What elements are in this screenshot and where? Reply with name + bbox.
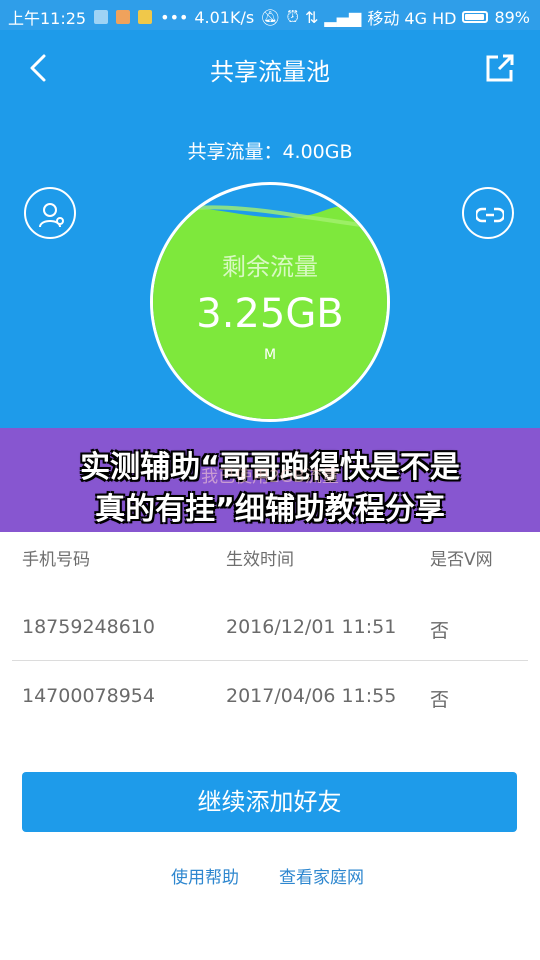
share-button[interactable] <box>480 48 520 88</box>
link-button[interactable] <box>462 187 514 239</box>
row-vnet: 否 <box>430 620 450 642</box>
more-notifications-icon: ••• <box>160 7 189 27</box>
row-phone: 14700078954 <box>22 685 155 707</box>
column-header-vnet: 是否V网 <box>430 550 493 570</box>
row-divider <box>12 660 528 661</box>
mute-icon: 🔕︎ <box>260 7 281 27</box>
row-phone: 18759248610 <box>22 616 155 638</box>
battery-percent: 89% <box>494 7 530 27</box>
status-time: 上午11:25 <box>8 9 87 28</box>
app-notification-icon <box>138 10 153 24</box>
net-speed: 4.01K/s <box>194 7 255 27</box>
app-notification-icon <box>116 10 131 24</box>
shared-traffic-total: 共享流量：4.00GB <box>187 141 353 163</box>
battery-icon <box>462 11 489 23</box>
usage-watermark: 我已使用2GB流量 <box>201 467 339 487</box>
link-icon <box>476 207 504 223</box>
column-header-time: 生效时间 <box>226 550 294 570</box>
help-link[interactable]: 使用帮助 <box>171 863 239 888</box>
row-time: 2017/04/06 11:55 <box>226 685 397 707</box>
page-title: 共享流量池 <box>210 58 330 86</box>
traffic-pool-header: 共享流量池 共享流量：4.00GB 剩余流量 3.25GB M <box>0 30 540 430</box>
remaining-value: 3.25GB <box>196 291 344 337</box>
row-time: 2016/12/01 11:51 <box>226 616 397 638</box>
share-icon <box>486 54 514 82</box>
row-vnet: 否 <box>430 689 450 711</box>
remaining-traffic-gauge: 剩余流量 3.25GB M <box>150 182 390 422</box>
data-icon: ⇅ <box>305 7 319 27</box>
user-settings-icon <box>39 203 64 228</box>
banner-line-2: 真的有挂”细辅助教程分享 <box>95 492 445 527</box>
remaining-label: 剩余流量 <box>222 253 318 281</box>
alarm-icon: ⏰︎ <box>286 7 299 26</box>
column-header-phone: 手机号码 <box>22 550 90 570</box>
signal-icon: ▂▄▆ <box>324 7 362 27</box>
family-net-link[interactable]: 查看家庭网 <box>279 863 364 888</box>
remaining-unit: M <box>263 347 277 363</box>
add-friend-button[interactable]: 继续添加好友 <box>22 772 517 832</box>
member-settings-button[interactable] <box>24 187 76 239</box>
app-notification-icon <box>94 10 109 24</box>
carrier-label: 移动 4G HD <box>367 9 457 28</box>
status-bar: 上午11:25 ••• 4.01K/s 🔕︎ ⏰︎ ⇅ ▂▄▆ 移动 4G HD… <box>0 0 540 30</box>
